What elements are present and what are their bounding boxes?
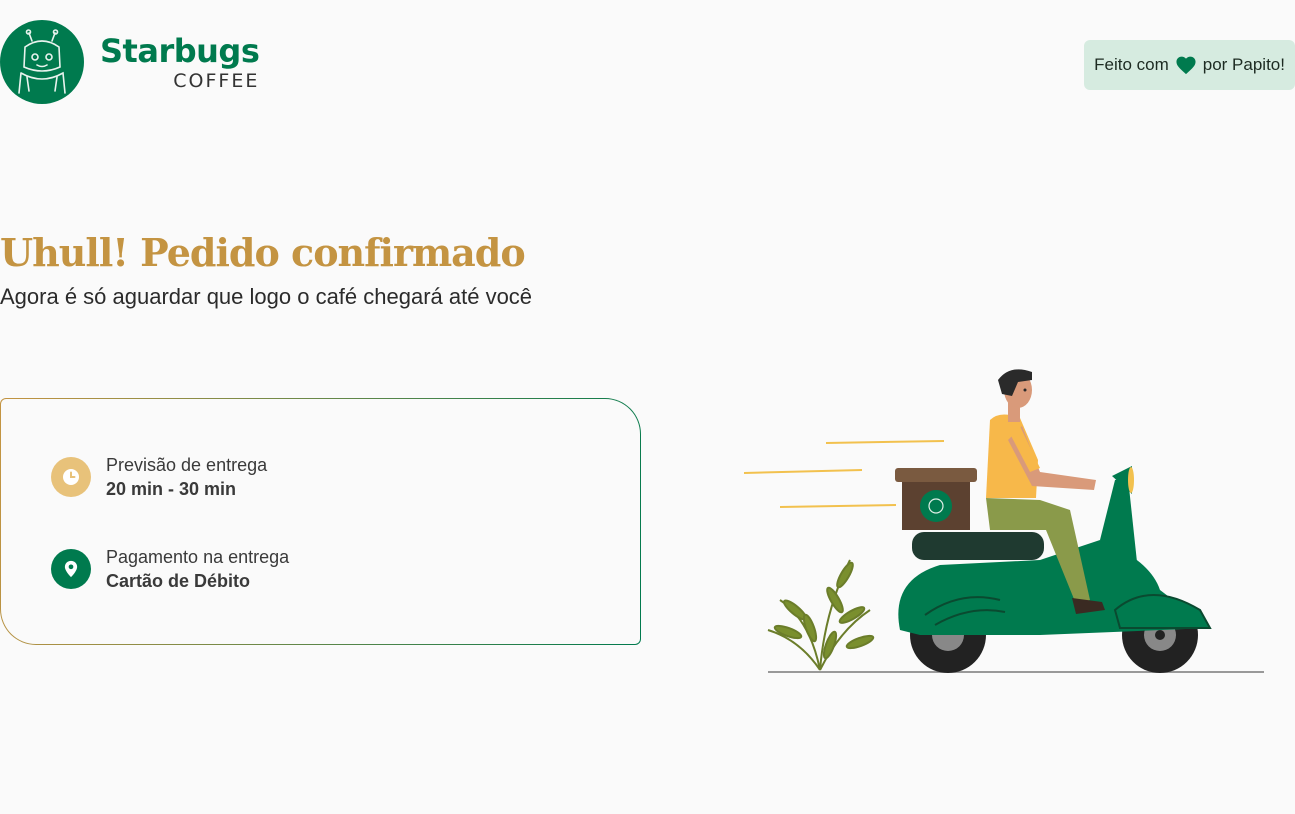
clock-icon: [51, 457, 91, 497]
payment-method-value: Cartão de Débito: [106, 571, 251, 591]
robot-logo-icon: [0, 20, 84, 104]
brand-name: Starbugs: [100, 32, 260, 70]
location-pin-icon: [51, 549, 91, 589]
delivery-scooter-illustration: [740, 360, 1270, 685]
made-with-suffix: por Papito!: [1202, 55, 1285, 74]
brand-subtitle: COFFEE: [173, 70, 260, 92]
made-with-prefix: Feito com: [1094, 55, 1169, 74]
delivery-estimate-label: Previsão de entrega: [106, 455, 268, 475]
order-details-card: Previsão de entrega 20 min - 30 min Paga…: [0, 398, 641, 645]
brand-logo[interactable]: Starbugs COFFEE: [0, 20, 260, 104]
page-title: Uhull! Pedido confirmado: [0, 230, 526, 275]
delivery-estimate-row: Previsão de entrega 20 min - 30 min: [51, 453, 267, 501]
page-subtitle: Agora é só aguardar que logo o café cheg…: [0, 284, 533, 309]
payment-method-label: Pagamento na entrega: [106, 547, 290, 567]
order-confirmed-page: Starbugs COFFEE Feito com por Papito! Uh…: [0, 0, 1295, 814]
heart-icon: [1175, 55, 1197, 75]
made-with-love-badge: Feito com por Papito!: [1084, 40, 1295, 90]
payment-method-row: Pagamento na entrega Cartão de Débito: [51, 545, 289, 593]
delivery-estimate-value: 20 min - 30 min: [106, 479, 237, 499]
